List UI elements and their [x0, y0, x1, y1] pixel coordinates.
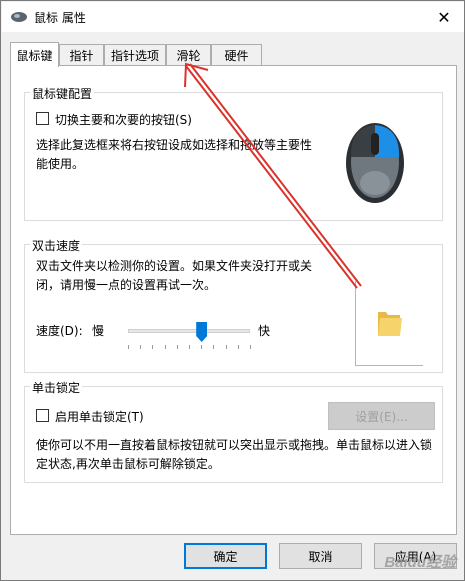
slider-tick: [250, 345, 251, 349]
cancel-button[interactable]: 取消: [279, 543, 362, 569]
slider-tick: [201, 345, 203, 349]
mouse-icon: [346, 123, 404, 203]
slider-tick: [152, 345, 154, 349]
mouse-app-icon: [11, 12, 27, 22]
tab-wheel[interactable]: 滑轮: [166, 44, 211, 66]
click-lock-label[interactable]: 启用单击锁定(T): [55, 408, 144, 425]
slow-label: 慢: [92, 324, 105, 338]
slider-tick: [237, 345, 239, 349]
tab-buttons[interactable]: 鼠标键: [10, 42, 59, 67]
slider-tick: [128, 345, 129, 349]
click-lock-checkbox[interactable]: [36, 409, 49, 422]
watermark: Baidu经验: [384, 554, 456, 571]
switch-buttons-label[interactable]: 切换主要和次要的按钮(S): [55, 111, 192, 128]
double-click-description: 双击文件夹以检测你的设置。如果文件夹没打开或关闭，请用慢一点的设置再试一次。: [36, 259, 313, 292]
speed-label: 速度(D):: [36, 324, 83, 338]
click-lock-title: 单击锁定: [30, 379, 83, 396]
tab-hardware[interactable]: 硬件: [211, 44, 262, 66]
slider-tick: [189, 345, 190, 349]
speed-slider-thumb[interactable]: [196, 322, 208, 342]
double-click-title: 双击速度: [30, 237, 83, 254]
tab-pointers[interactable]: 指针: [59, 44, 104, 66]
mouse-properties-window: 鼠标 属性 ✕ 鼠标键 指针 指针选项 滑轮 硬件 鼠标键配置 切换主要和次要的…: [0, 0, 465, 581]
speed-slider-track[interactable]: [128, 329, 250, 333]
slider-tick: [176, 345, 178, 349]
slider-tick: [225, 345, 227, 349]
folder-icon[interactable]: [376, 308, 404, 338]
click-lock-settings-button[interactable]: 设置(E)...: [328, 402, 435, 430]
button-config-group: 鼠标键配置 切换主要和次要的按钮(S) 选择此复选框来将右按钮设成如选择和拖放等…: [24, 85, 443, 221]
window-title: 鼠标 属性: [34, 11, 86, 25]
close-button[interactable]: ✕: [424, 2, 464, 32]
slider-tick: [140, 345, 142, 349]
click-lock-group: 单击锁定 启用单击锁定(T) 设置(E)... 使你可以不用一直按着鼠标按钮就可…: [24, 379, 443, 483]
tab-pointer-options[interactable]: 指针选项: [104, 44, 166, 66]
button-config-title: 鼠标键配置: [30, 85, 95, 102]
click-lock-description: 使你可以不用一直按着鼠标按钮就可以突出显示或拖拽。单击鼠标以进入锁定状态,再次单…: [36, 438, 433, 471]
switch-buttons-checkbox[interactable]: [36, 112, 49, 125]
double-click-group: 双击速度 双击文件夹以检测你的设置。如果文件夹没打开或关闭，请用慢一点的设置再试…: [24, 237, 443, 373]
test-folder-area[interactable]: [355, 281, 423, 366]
switch-buttons-description: 选择此复选框来将右按钮设成如选择和拖放等主要性能使用。: [36, 138, 313, 171]
slider-tick: [164, 345, 166, 349]
tab-strip: 鼠标键 指针 指针选项 滑轮 硬件: [10, 42, 460, 67]
fast-label: 快: [258, 324, 271, 338]
slider-tick: [213, 345, 215, 349]
title-bar: 鼠标 属性 ✕: [2, 2, 464, 32]
ok-button[interactable]: 确定: [184, 543, 267, 569]
tab-panel-buttons: 鼠标键配置 切换主要和次要的按钮(S) 选择此复选框来将右按钮设成如选择和拖放等…: [10, 65, 457, 535]
close-icon: ✕: [437, 7, 451, 27]
